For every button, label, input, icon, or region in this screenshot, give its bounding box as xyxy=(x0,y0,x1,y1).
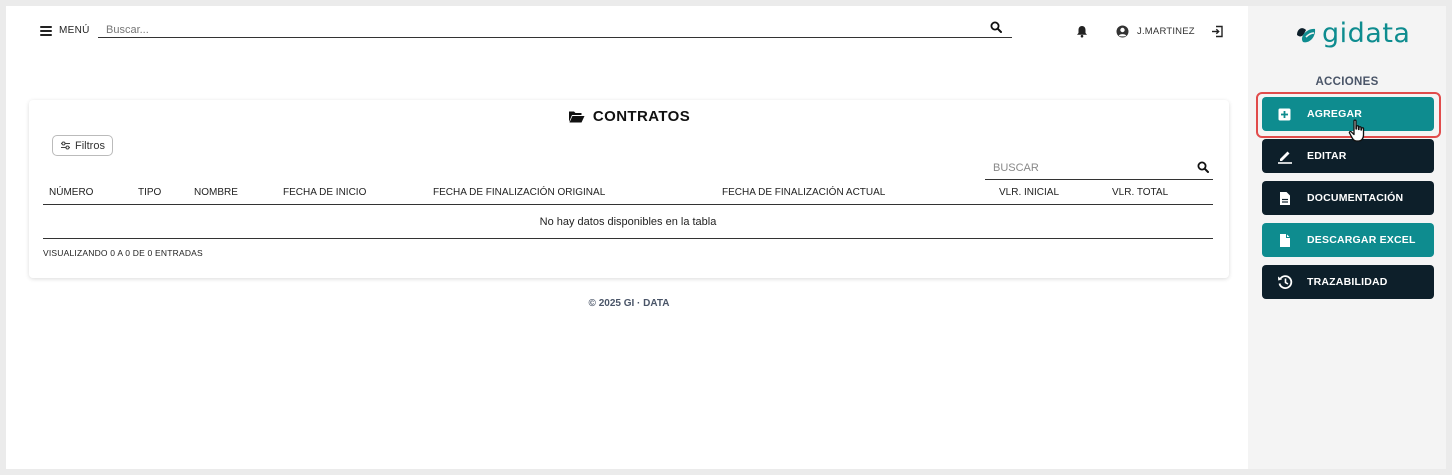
logo: gidata xyxy=(1294,18,1410,49)
menu-button[interactable]: MENÚ xyxy=(40,25,90,36)
edit-button-label: EDITAR xyxy=(1307,150,1347,162)
column-header-vlr-total[interactable]: VLR. TOTAL xyxy=(1112,187,1168,198)
contracts-card: CONTRATOS Filtros NÚMERO TIPO NOMBRE FEC… xyxy=(29,100,1229,278)
edit-button[interactable]: EDITAR xyxy=(1262,139,1434,173)
global-search-input[interactable] xyxy=(98,22,958,38)
column-header-fecha-fin-actual[interactable]: FECHA DE FINALIZACIÓN ACTUAL xyxy=(722,187,885,198)
empty-message: No hay datos disponibles en la tabla xyxy=(539,215,717,228)
folder-open-icon xyxy=(568,111,585,123)
search-icon[interactable] xyxy=(1197,161,1209,173)
file-icon xyxy=(1279,233,1290,247)
username: J.MARTINEZ xyxy=(1137,26,1195,37)
actions-sidebar: gidata ACCIONES AGREGAR EDITAR DOCUMENTA… xyxy=(1248,6,1446,469)
app-frame: MENÚ J.MARTINEZ xyxy=(6,6,1446,469)
hand-cursor-icon xyxy=(1348,119,1365,142)
user-circle-icon xyxy=(1116,25,1129,38)
column-header-numero[interactable]: NÚMERO xyxy=(49,187,93,198)
column-header-nombre[interactable]: NOMBRE xyxy=(194,187,238,198)
global-search xyxy=(98,20,1012,38)
download-excel-button[interactable]: DESCARGAR EXCEL xyxy=(1262,223,1434,257)
table-header: NÚMERO TIPO NOMBRE FECHA DE INICIO FECHA… xyxy=(43,184,1213,205)
menu-label: MENÚ xyxy=(59,25,90,36)
sliders-icon xyxy=(61,141,70,150)
logo-icon xyxy=(1297,27,1316,42)
plus-square-icon xyxy=(1278,108,1291,120)
logo-text: gidata xyxy=(1322,18,1411,49)
traceability-button[interactable]: TRAZABILIDAD xyxy=(1262,265,1434,299)
table-search xyxy=(985,158,1213,180)
column-header-tipo[interactable]: TIPO xyxy=(138,187,161,198)
page-title: CONTRATOS xyxy=(29,108,1229,125)
filters-label: Filtros xyxy=(75,139,105,152)
logout-icon[interactable] xyxy=(1211,25,1224,38)
traceability-button-label: TRAZABILIDAD xyxy=(1307,276,1388,288)
history-icon xyxy=(1277,275,1292,289)
top-bar: MENÚ J.MARTINEZ xyxy=(6,6,1246,58)
pencil-icon xyxy=(1277,151,1292,164)
footer-text: © 2025 GI · DATA xyxy=(588,298,670,309)
actions-title: ACCIONES xyxy=(1315,76,1379,88)
hamburger-icon xyxy=(40,25,52,36)
table-info: VISUALIZANDO 0 A 0 DE 0 ENTRADAS xyxy=(43,248,203,258)
column-header-fecha-fin-original[interactable]: FECHA DE FINALIZACIÓN ORIGINAL xyxy=(433,187,605,198)
table-search-input[interactable] xyxy=(985,158,1175,178)
page-title-text: CONTRATOS xyxy=(592,108,691,125)
bell-icon[interactable] xyxy=(1076,25,1088,38)
documentation-button[interactable]: DOCUMENTACIÓN xyxy=(1262,181,1434,215)
download-excel-button-label: DESCARGAR EXCEL xyxy=(1307,234,1416,246)
document-icon xyxy=(1279,191,1290,205)
documentation-button-label: DOCUMENTACIÓN xyxy=(1307,192,1404,204)
column-header-fecha-inicio[interactable]: FECHA DE INICIO xyxy=(283,187,366,198)
search-icon[interactable] xyxy=(990,21,1002,33)
filters-button[interactable]: Filtros xyxy=(52,135,113,156)
column-header-vlr-inicial[interactable]: VLR. INICIAL xyxy=(999,187,1059,198)
table-empty-row: No hay datos disponibles en la tabla xyxy=(43,205,1213,239)
user-menu[interactable]: J.MARTINEZ xyxy=(1116,25,1195,38)
